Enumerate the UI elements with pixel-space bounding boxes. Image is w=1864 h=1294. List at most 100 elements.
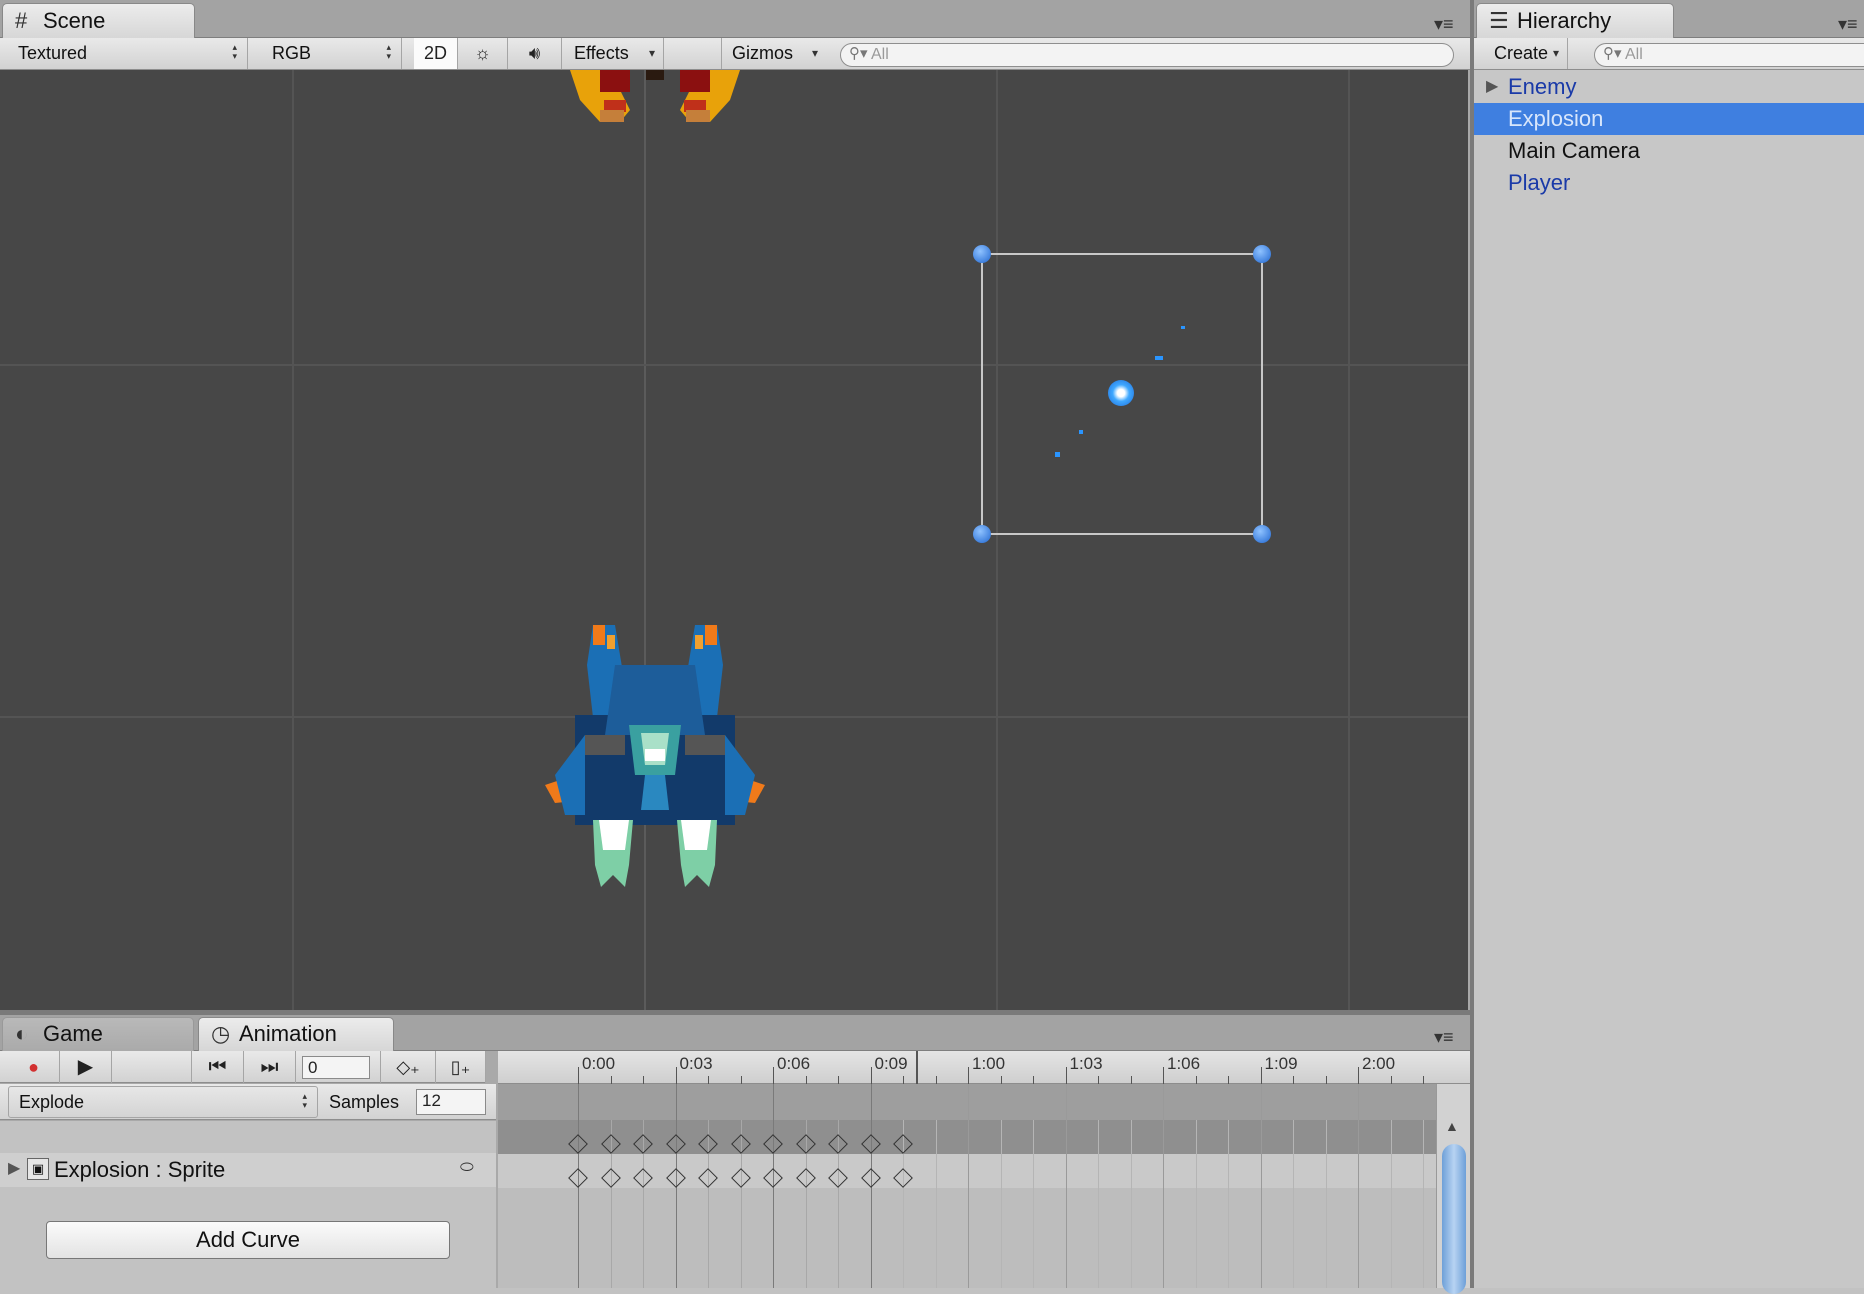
samples-value: 12 xyxy=(422,1091,441,1110)
enemy-sprite[interactable] xyxy=(560,70,750,126)
add-keyframe-button[interactable]: ◇₊ xyxy=(380,1051,436,1083)
keyframe-diamond[interactable] xyxy=(893,1168,913,1188)
next-keyframe-button[interactable]: ⏭︎ xyxy=(244,1051,296,1083)
keyframe-diamond[interactable] xyxy=(828,1168,848,1188)
keyframe-diamond[interactable] xyxy=(860,1134,881,1154)
panel-menu-icon[interactable]: ▾≡ xyxy=(1838,14,1858,35)
keyframe-diamond[interactable] xyxy=(763,1134,783,1154)
panel-menu-icon[interactable]: ▾≡ xyxy=(1434,14,1454,35)
hierarchy-item-label: Player xyxy=(1508,170,1571,195)
add-curve-button[interactable]: Add Curve xyxy=(46,1221,450,1259)
keyframe-diamond[interactable] xyxy=(730,1134,751,1154)
property-list: ▶ ▣ Explosion : Sprite ⬭ Add Curve xyxy=(0,1121,496,1288)
tab-game-label: Game xyxy=(43,1021,103,1046)
hierarchy-item-enemy[interactable]: ▶ Enemy xyxy=(1474,71,1864,103)
effects-dropdown[interactable]: Effects xyxy=(564,38,664,69)
samples-label: Samples xyxy=(329,1092,400,1112)
scene-viewport[interactable] xyxy=(0,70,1468,1010)
scroll-thumb[interactable] xyxy=(1442,1144,1466,1294)
keyframe-diamond[interactable] xyxy=(665,1168,686,1188)
keyframe-diamond[interactable] xyxy=(665,1134,686,1154)
ruler-end xyxy=(1436,1051,1470,1084)
play-icon: ▶ xyxy=(77,1056,94,1078)
keyframe-diamond[interactable] xyxy=(730,1168,751,1188)
render-mode-dropdown[interactable]: Textured xyxy=(8,38,248,69)
add-curve-label: Add Curve xyxy=(196,1227,300,1252)
tab-scene[interactable]: # Scene xyxy=(2,3,195,39)
keyframe-diamond[interactable] xyxy=(860,1168,881,1188)
pivot-handle[interactable] xyxy=(1108,380,1134,406)
hierarchy-item-label: Explosion xyxy=(1508,106,1604,131)
tab-animation[interactable]: ◷ Animation xyxy=(198,1017,394,1051)
2d-toggle-button[interactable]: 2D xyxy=(414,38,458,69)
timeline-scrollbar[interactable]: ▲ xyxy=(1436,1084,1470,1294)
grid-line xyxy=(1348,70,1350,1010)
samples-input[interactable]: 12 xyxy=(416,1089,486,1115)
tab-hierarchy[interactable]: ☰ Hierarchy xyxy=(1476,3,1674,39)
resize-handle-tr[interactable] xyxy=(1253,245,1271,263)
sun-icon: ☼ xyxy=(474,43,491,63)
grid-line xyxy=(996,70,998,1010)
player-sprite[interactable] xyxy=(545,625,765,887)
keyframe-diamond[interactable] xyxy=(633,1134,653,1154)
summary-row xyxy=(0,1121,496,1153)
color-mode-dropdown[interactable]: RGB xyxy=(262,38,402,69)
clip-dropdown[interactable]: Explode xyxy=(8,1086,318,1118)
keyframe-diamond[interactable] xyxy=(763,1168,783,1188)
resize-handle-bl[interactable] xyxy=(973,525,991,543)
render-mode-label: Textured xyxy=(18,43,88,63)
expand-arrow-icon[interactable]: ▶ xyxy=(8,1158,20,1178)
keyframe-diamond[interactable] xyxy=(633,1168,653,1188)
audio-toggle-button[interactable]: 🔊︎ xyxy=(508,38,562,69)
expand-arrow-icon[interactable]: ▶ xyxy=(1486,71,1498,103)
add-keyframe-icon: ◇₊ xyxy=(396,1057,420,1077)
keyframe-diamond[interactable] xyxy=(698,1168,718,1188)
add-event-button[interactable]: ▯₊ xyxy=(436,1051,486,1083)
record-button[interactable]: ● xyxy=(8,1051,60,1083)
grid-icon: # xyxy=(15,8,28,33)
keyframe-diamond[interactable] xyxy=(600,1134,621,1154)
effects-label: Effects xyxy=(574,43,629,63)
keyframe-diamond[interactable] xyxy=(568,1134,588,1154)
curve-toggle-icon[interactable]: ⬭ xyxy=(460,1159,474,1177)
keyframe-diamond[interactable] xyxy=(795,1168,816,1188)
lighting-toggle-button[interactable]: ☼ xyxy=(458,38,508,69)
2d-toggle-label: 2D xyxy=(423,43,447,63)
keyframe-diamond[interactable] xyxy=(795,1134,816,1154)
hierarchy-item-main-camera[interactable]: Main Camera xyxy=(1474,135,1864,167)
grid-line xyxy=(292,70,294,1010)
clip-row: Explode Samples 12 xyxy=(0,1084,496,1120)
controls-spacer xyxy=(112,1051,192,1083)
gizmos-dropdown[interactable]: Gizmos xyxy=(722,38,826,69)
prev-keyframe-button[interactable]: ⏮︎ xyxy=(192,1051,244,1083)
scene-search-placeholder: All xyxy=(871,46,889,63)
property-row[interactable]: ▶ ▣ Explosion : Sprite ⬭ xyxy=(0,1153,496,1187)
hierarchy-item-explosion[interactable]: Explosion xyxy=(1474,103,1864,135)
explosion-particle xyxy=(1155,356,1163,360)
frame-value: 0 xyxy=(308,1058,318,1077)
search-icon: ⚲▾ xyxy=(849,45,868,62)
keyframes xyxy=(498,1051,1436,1288)
hierarchy-item-player[interactable]: Player xyxy=(1474,167,1864,199)
keyframe-diamond[interactable] xyxy=(828,1134,848,1154)
create-dropdown[interactable]: Create xyxy=(1484,38,1568,69)
keyframe-diamond[interactable] xyxy=(600,1168,621,1188)
hierarchy-search-input[interactable]: ⚲▾ All xyxy=(1594,43,1864,67)
resize-handle-tl[interactable] xyxy=(973,245,991,263)
resize-handle-br[interactable] xyxy=(1253,525,1271,543)
scene-search-input[interactable]: ⚲▾ All xyxy=(840,43,1454,67)
panel-menu-icon[interactable]: ▾≡ xyxy=(1434,1027,1454,1048)
tab-game[interactable]: ◐ Game xyxy=(2,1017,194,1051)
dopesheet-timeline[interactable]: 0:00 0:03 0:06 0:09 1:00 1:03 1:06 1:09 2:00 xyxy=(498,1051,1436,1288)
frame-input[interactable]: 0 xyxy=(302,1056,370,1079)
property-label: Explosion : Sprite xyxy=(54,1157,226,1182)
scroll-up-icon[interactable]: ▲ xyxy=(1445,1118,1459,1134)
play-button[interactable]: ▶ xyxy=(60,1051,112,1083)
keyframe-diamond[interactable] xyxy=(893,1134,913,1154)
list-icon: ☰ xyxy=(1489,8,1509,33)
explosion-particle xyxy=(1181,326,1185,329)
keyframe-diamond[interactable] xyxy=(698,1134,718,1154)
prev-keyframe-icon: ⏮︎ xyxy=(208,1056,227,1078)
hierarchy-item-label: Enemy xyxy=(1508,74,1577,99)
keyframe-diamond[interactable] xyxy=(568,1168,588,1188)
